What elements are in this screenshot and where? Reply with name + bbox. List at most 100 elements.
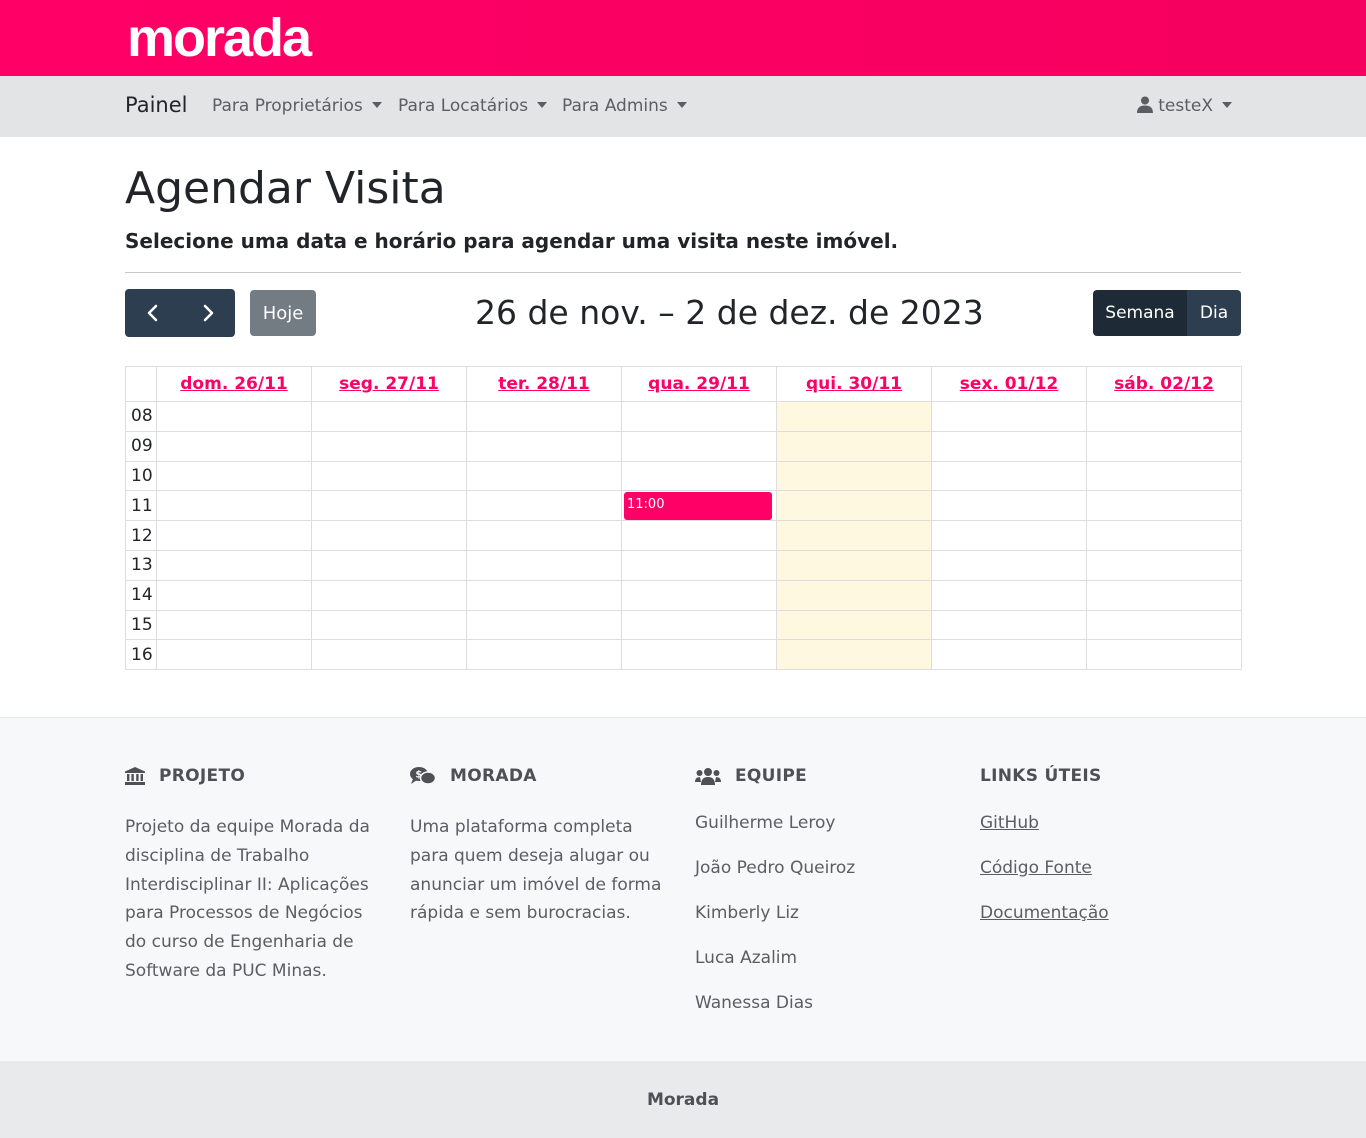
time-slot[interactable] — [466, 401, 622, 432]
next-week-button[interactable] — [180, 289, 235, 337]
day-header-link[interactable]: qui. 30/11 — [806, 374, 902, 394]
time-slot[interactable] — [776, 430, 932, 462]
time-slot[interactable] — [931, 460, 1087, 492]
hour-label: 09 — [125, 430, 157, 462]
time-slot[interactable]: 11:00 — [621, 490, 777, 522]
time-slot[interactable] — [156, 401, 312, 432]
time-slot[interactable] — [621, 639, 777, 671]
time-slot[interactable] — [1086, 401, 1242, 432]
time-slot[interactable] — [931, 430, 1087, 462]
footer-heading-text: EQUIPE — [735, 766, 808, 786]
time-slot[interactable] — [931, 401, 1087, 432]
time-slot[interactable] — [311, 520, 467, 551]
documentation-link[interactable]: Documentação — [980, 903, 1109, 923]
time-slot[interactable] — [1086, 490, 1242, 522]
time-slot[interactable] — [1086, 609, 1242, 641]
time-slot[interactable] — [621, 609, 777, 641]
nav-dropdown-proprietarios[interactable]: Para Proprietários — [212, 96, 382, 116]
time-slot[interactable] — [311, 549, 467, 581]
time-slot[interactable] — [1086, 639, 1242, 671]
time-slot[interactable] — [311, 609, 467, 641]
time-slot[interactable] — [466, 579, 622, 611]
visit-event[interactable]: 11:00 — [624, 492, 772, 521]
hour-label: 08 — [125, 401, 157, 432]
time-slot[interactable] — [931, 609, 1087, 641]
time-slot[interactable] — [1086, 579, 1242, 611]
time-slot[interactable] — [466, 639, 622, 671]
time-slot[interactable] — [621, 430, 777, 462]
time-slot[interactable] — [931, 549, 1087, 581]
day-header-link[interactable]: dom. 26/11 — [180, 374, 287, 394]
day-header-link[interactable]: sáb. 02/12 — [1114, 374, 1214, 394]
time-slot[interactable] — [776, 609, 932, 641]
time-slot[interactable] — [311, 430, 467, 462]
nav-dropdown-admins[interactable]: Para Admins — [562, 96, 687, 116]
time-slot[interactable] — [776, 460, 932, 492]
time-slot[interactable] — [776, 401, 932, 432]
time-slot[interactable] — [156, 639, 312, 671]
time-slot[interactable] — [621, 460, 777, 492]
caret-down-icon — [676, 102, 687, 108]
prev-week-button[interactable] — [125, 289, 180, 337]
time-slot[interactable] — [621, 520, 777, 551]
user-menu[interactable]: testeX — [1137, 96, 1232, 118]
time-slot[interactable] — [466, 490, 622, 522]
time-slot[interactable] — [776, 639, 932, 671]
nav-home-link[interactable]: Painel — [125, 93, 188, 117]
view-week-button[interactable]: Semana — [1093, 290, 1187, 336]
time-slot[interactable] — [311, 460, 467, 492]
time-slot[interactable] — [621, 401, 777, 432]
time-slot[interactable] — [156, 490, 312, 522]
time-slot[interactable] — [466, 460, 622, 492]
time-slot[interactable] — [156, 520, 312, 551]
team-list: Guilherme Leroy João Pedro Queiroz Kimbe… — [695, 809, 855, 1034]
time-slot[interactable] — [1086, 549, 1242, 581]
time-slot[interactable] — [466, 609, 622, 641]
time-slot[interactable] — [776, 490, 932, 522]
page-subtitle: Selecione uma data e horário para agenda… — [125, 229, 899, 253]
nav-dropdown-locatarios[interactable]: Para Locatários — [398, 96, 548, 116]
brand-logo[interactable]: morada — [127, 6, 312, 70]
time-slot[interactable] — [931, 520, 1087, 551]
time-slot[interactable] — [311, 401, 467, 432]
time-slot[interactable] — [466, 430, 622, 462]
time-slot[interactable] — [776, 520, 932, 551]
time-slot[interactable] — [931, 579, 1087, 611]
time-slot[interactable] — [311, 579, 467, 611]
footer-heading-text: PROJETO — [159, 766, 246, 786]
time-slot[interactable] — [156, 579, 312, 611]
time-slot[interactable] — [466, 549, 622, 581]
day-header-link[interactable]: qua. 29/11 — [648, 374, 750, 394]
time-slot[interactable] — [776, 579, 932, 611]
time-slot[interactable] — [156, 609, 312, 641]
time-slot[interactable] — [1086, 430, 1242, 462]
time-slot[interactable] — [931, 490, 1087, 522]
chevron-left-icon — [147, 304, 157, 322]
today-button[interactable]: Hoje — [250, 290, 316, 336]
time-slot[interactable] — [156, 430, 312, 462]
time-slot[interactable] — [931, 639, 1087, 671]
time-slot[interactable] — [311, 490, 467, 522]
page-title: Agendar Visita — [125, 163, 446, 214]
view-day-button[interactable]: Dia — [1187, 290, 1241, 336]
calendar-nav-group — [125, 289, 235, 337]
time-slot[interactable] — [1086, 520, 1242, 551]
list-item: Código Fonte — [980, 854, 1109, 899]
time-slot[interactable] — [466, 520, 622, 551]
source-code-link[interactable]: Código Fonte — [980, 858, 1092, 878]
team-member: Wanessa Dias — [695, 993, 813, 1013]
calendar-header-row: dom. 26/11 seg. 27/11 ter. 28/11 qua. 29… — [125, 366, 1242, 402]
time-slot[interactable] — [621, 579, 777, 611]
time-slot[interactable] — [621, 549, 777, 581]
day-header: dom. 26/11 — [156, 366, 312, 402]
day-header-link[interactable]: ter. 28/11 — [498, 374, 590, 394]
day-header-link[interactable]: seg. 27/11 — [339, 374, 439, 394]
github-link[interactable]: GitHub — [980, 813, 1039, 833]
time-slot[interactable] — [311, 639, 467, 671]
time-slot[interactable] — [156, 460, 312, 492]
time-slot[interactable] — [776, 549, 932, 581]
time-slot[interactable] — [1086, 460, 1242, 492]
hour-row: 15 — [125, 609, 1242, 641]
time-slot[interactable] — [156, 549, 312, 581]
day-header-link[interactable]: sex. 01/12 — [960, 374, 1059, 394]
